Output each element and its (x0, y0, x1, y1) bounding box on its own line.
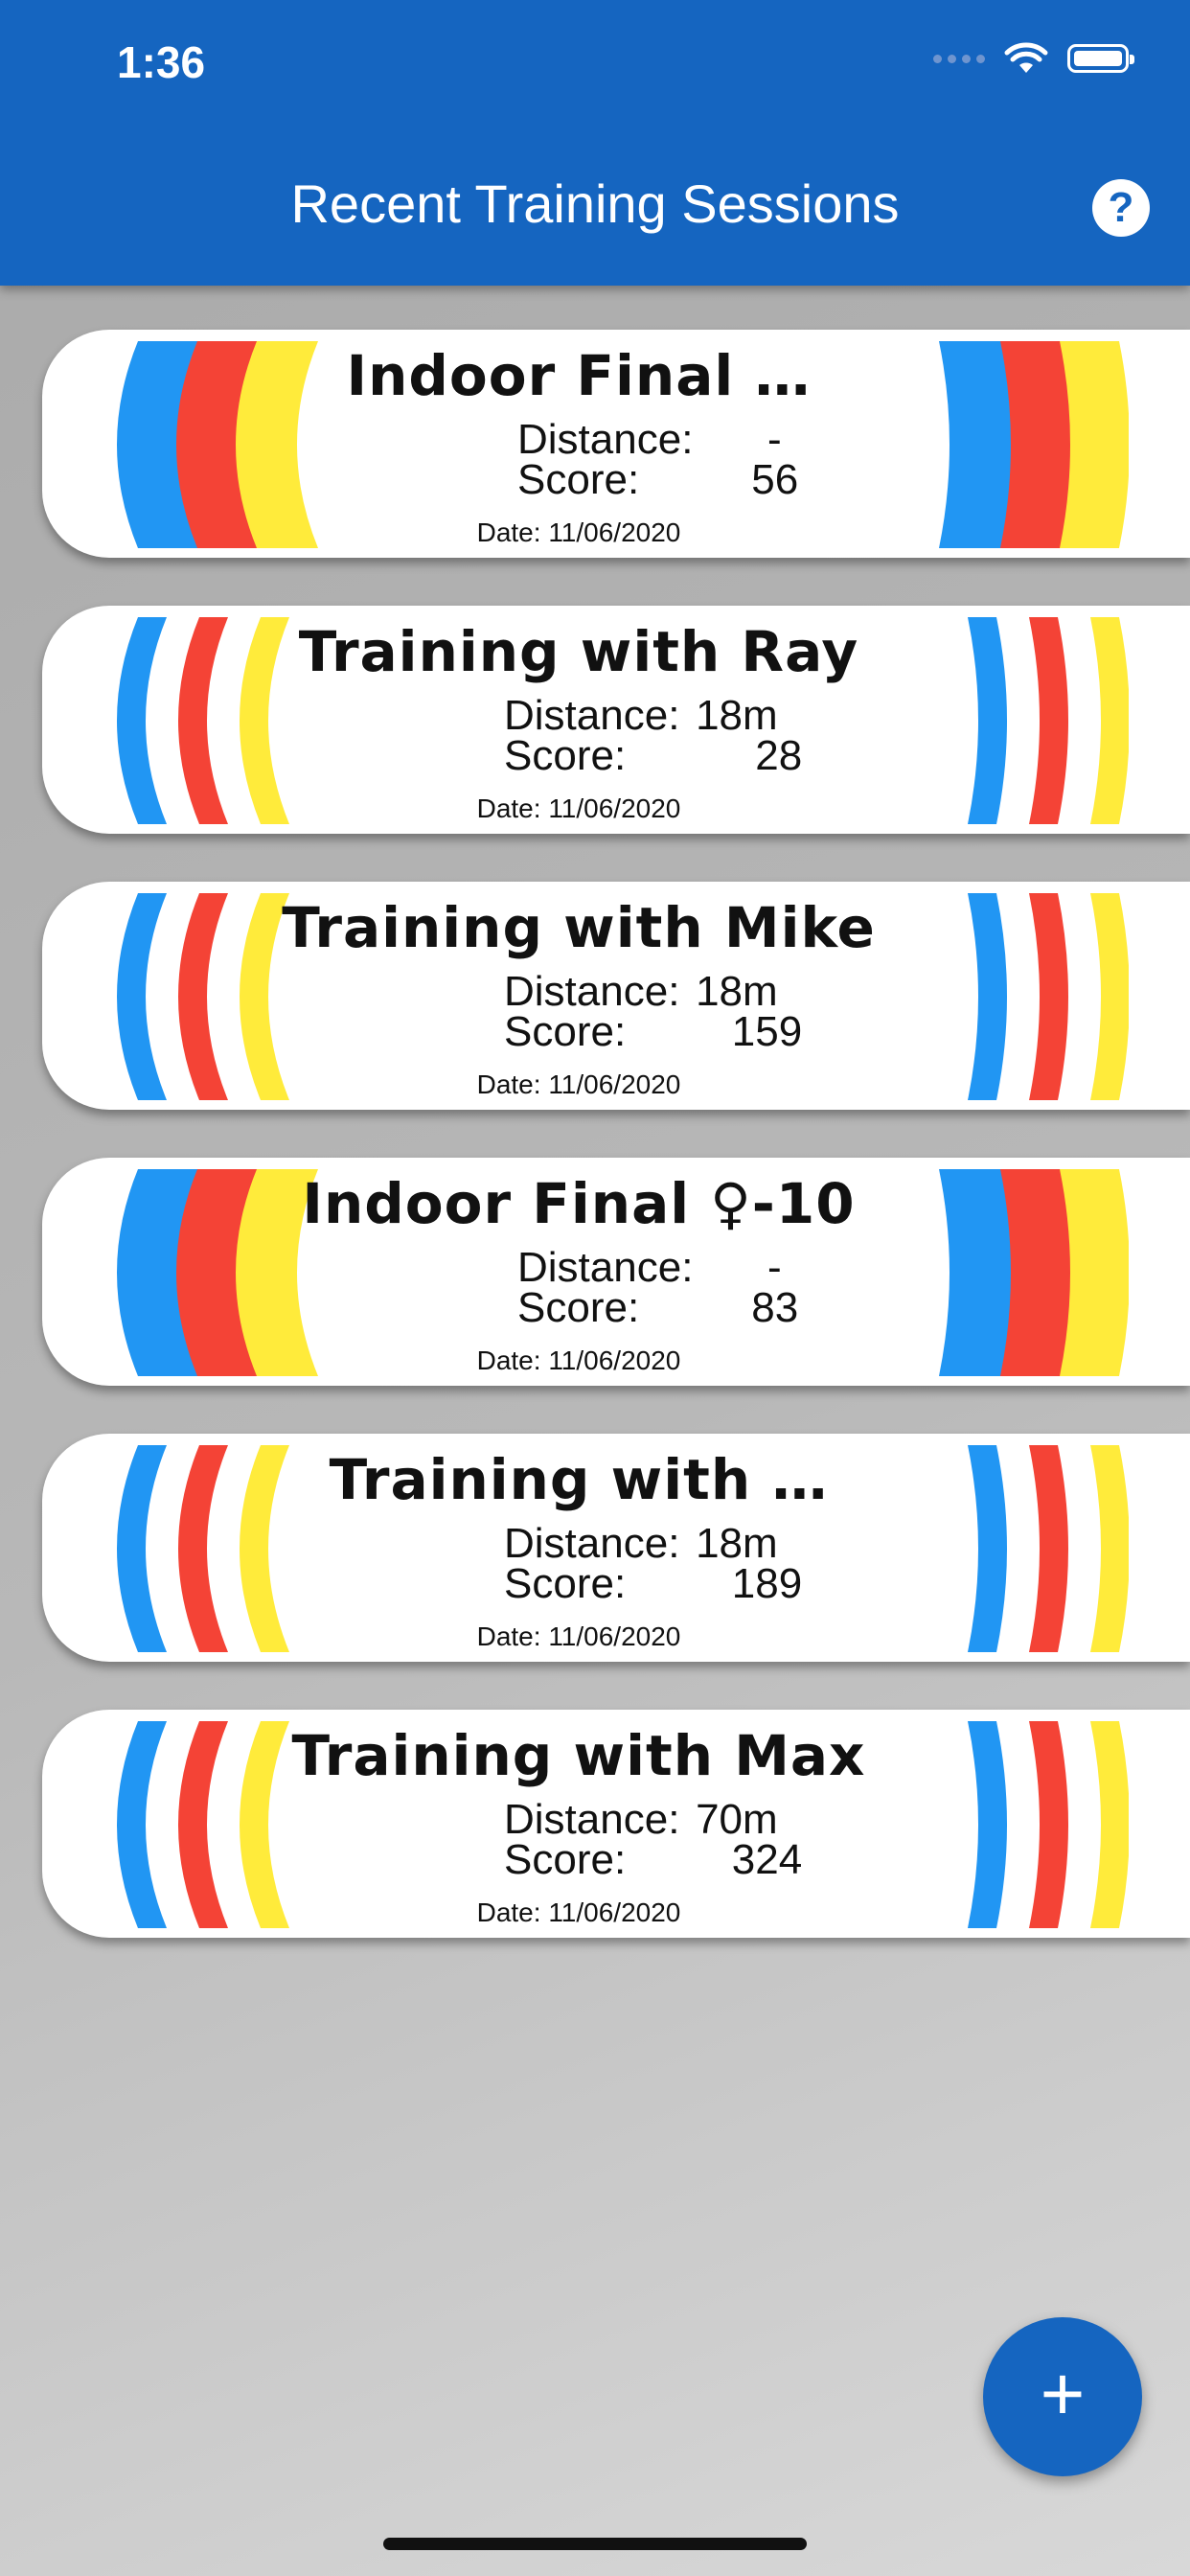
add-session-button[interactable]: + (983, 2317, 1142, 2476)
score-value: 83 (751, 1284, 799, 1331)
target-ring-stripe (117, 1721, 167, 1928)
help-button[interactable]: ? (1092, 179, 1150, 237)
target-ring-stripe (1029, 617, 1068, 824)
target-ring-stripe (117, 617, 167, 824)
target-rings-right (918, 617, 1130, 824)
session-card[interactable]: Indoor Final ♀-10 Distance: - Score: 83 Date… (42, 1158, 1190, 1386)
target-ring-stripe (117, 1445, 167, 1652)
session-date: Date: 11/06/2020 (476, 1070, 681, 1099)
target-ring-stripe (939, 1169, 1011, 1376)
session-date: Date: 11/06/2020 (476, 518, 681, 547)
score-row: Score: 28 (504, 732, 802, 780)
score-label: Score: (504, 1836, 627, 1883)
session-card[interactable]: Training with Max Distance: 70m Score: 324 D… (42, 1710, 1190, 1938)
target-ring-stripe (968, 893, 1007, 1100)
target-ring-stripe (1090, 893, 1130, 1100)
score-row: Score: 83 (517, 1284, 798, 1332)
target-ring-stripe (1090, 1445, 1130, 1652)
score-label: Score: (517, 1284, 640, 1331)
session-title: Indoor Final … (346, 343, 812, 408)
target-ring-stripe (939, 341, 1011, 548)
target-ring-stripe (1029, 1721, 1068, 1928)
target-rings-right (918, 893, 1130, 1100)
session-date: Date: 11/06/2020 (476, 1346, 681, 1375)
target-ring-stripe (1090, 617, 1130, 824)
session-card[interactable]: Indoor Final … Distance: - Score: 56 Date: 1… (42, 330, 1190, 558)
target-rings-right (918, 1445, 1130, 1652)
score-value: 189 (731, 1560, 803, 1607)
wifi-icon (1004, 42, 1048, 73)
score-row: Score: 189 (504, 1560, 802, 1608)
app-bar: 1:36 Recent Training Sessions ? (0, 0, 1190, 286)
target-ring-stripe (117, 893, 167, 1100)
target-ring-stripe (178, 617, 228, 824)
session-card[interactable]: Training with Ray Distance: 18m Score: 28 Da… (42, 606, 1190, 834)
target-ring-stripe (968, 1445, 1007, 1652)
session-title: Training with Mike (282, 895, 876, 960)
score-value: 28 (755, 732, 803, 779)
score-row: Score: 159 (504, 1008, 802, 1056)
session-list: Indoor Final … Distance: - Score: 56 Date: 1… (42, 330, 1190, 1986)
session-date: Date: 11/06/2020 (476, 794, 681, 823)
target-ring-stripe (1090, 1721, 1130, 1928)
session-title: Training with Ray (298, 619, 859, 684)
target-rings-right (918, 341, 1130, 548)
session-title: Training with … (329, 1447, 829, 1512)
status-time: 1:36 (117, 37, 206, 87)
page-title: Recent Training Sessions (290, 173, 900, 234)
target-ring-stripe (968, 1721, 1007, 1928)
session-card[interactable]: Training with … Distance: 18m Score: 189 Dat… (42, 1434, 1190, 1662)
score-row: Score: 324 (504, 1836, 802, 1884)
score-row: Score: 56 (517, 456, 798, 504)
target-ring-stripe (178, 1721, 228, 1928)
session-title: Indoor Final ♀-10 (302, 1171, 856, 1236)
score-value: 324 (731, 1836, 803, 1883)
target-ring-stripe (968, 617, 1007, 824)
target-ring-stripe (1029, 1445, 1068, 1652)
cellular-signal-icon (933, 54, 985, 63)
score-label: Score: (517, 456, 640, 503)
session-date: Date: 11/06/2020 (476, 1898, 681, 1927)
score-value: 56 (751, 456, 799, 503)
session-date: Date: 11/06/2020 (476, 1622, 681, 1651)
score-value: 159 (731, 1008, 803, 1055)
session-title: Training with Max (291, 1723, 866, 1788)
home-indicator (383, 2538, 807, 2550)
target-rings-right (918, 1721, 1130, 1928)
session-card[interactable]: Training with Mike Distance: 18m Score: 159… (42, 882, 1190, 1110)
score-label: Score: (504, 1560, 627, 1607)
target-rings-right (918, 1169, 1130, 1376)
score-label: Score: (504, 732, 627, 779)
target-ring-stripe (178, 893, 228, 1100)
target-ring-stripe (1029, 893, 1068, 1100)
target-ring-stripe (178, 1445, 228, 1652)
battery-icon (1067, 44, 1134, 73)
score-label: Score: (504, 1008, 627, 1055)
status-icons (933, 42, 1134, 75)
